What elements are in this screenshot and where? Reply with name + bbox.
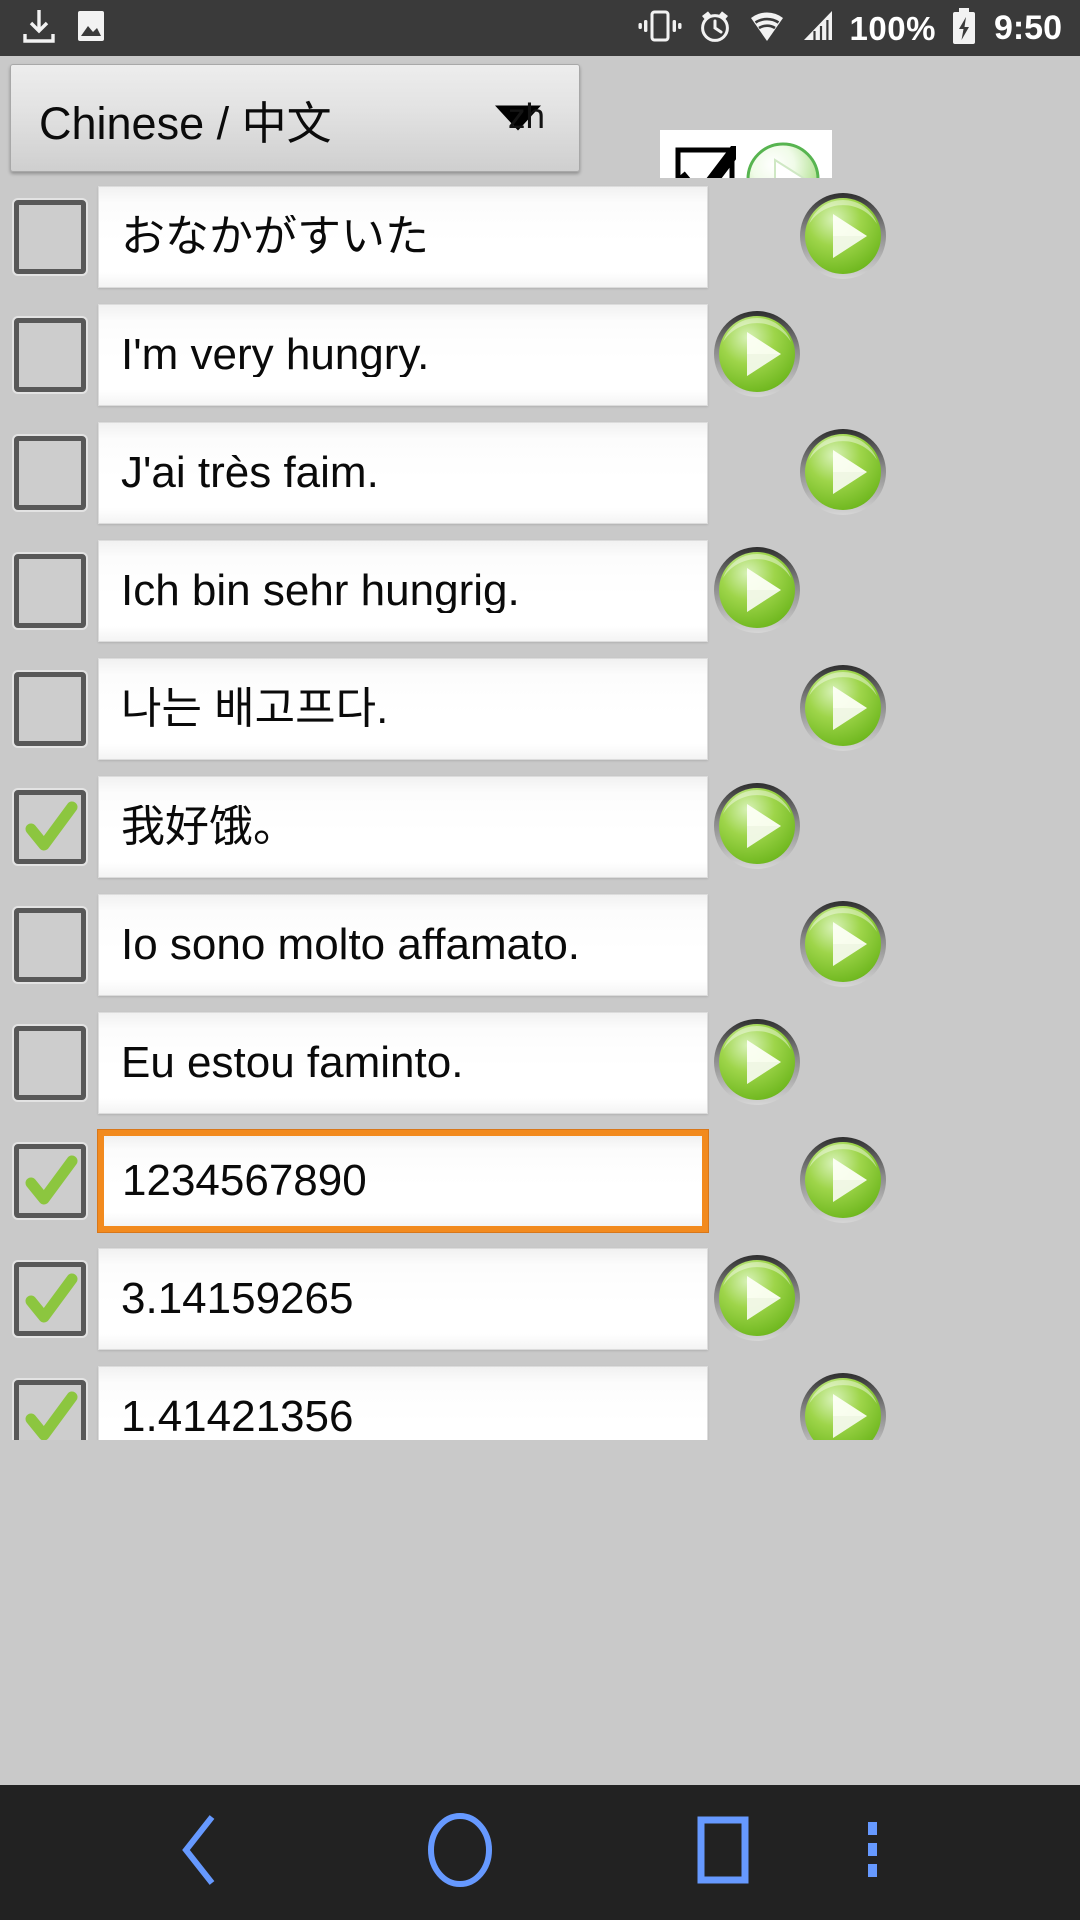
checkmark-icon bbox=[25, 801, 78, 851]
checkmark-icon bbox=[25, 1155, 78, 1205]
play-icon[interactable] bbox=[711, 780, 803, 872]
phrase-text: おなかがすいた bbox=[121, 215, 429, 259]
vibrate-icon bbox=[638, 9, 682, 48]
row-checkbox-unchecked[interactable] bbox=[14, 672, 86, 746]
home-circle-icon bbox=[422, 1811, 498, 1894]
battery-charging-icon bbox=[951, 7, 977, 50]
phrase-input[interactable]: おなかがすいた bbox=[98, 186, 708, 288]
list-item[interactable]: 나는 배고프다. bbox=[0, 650, 1080, 768]
play-icon[interactable] bbox=[797, 426, 889, 518]
overflow-menu-icon bbox=[866, 1818, 880, 1887]
phrase-input[interactable]: I'm very hungry. bbox=[98, 304, 708, 406]
play-icon[interactable] bbox=[797, 662, 889, 754]
phrase-text: 3.14159265 bbox=[121, 1277, 354, 1321]
list-item[interactable]: J'ai très faim. bbox=[0, 414, 1080, 532]
phrase-input[interactable]: 我好饿。 bbox=[98, 776, 708, 878]
alarm-icon bbox=[697, 8, 733, 49]
phrase-input[interactable]: Ich bin sehr hungrig. bbox=[98, 540, 708, 642]
list-item[interactable]: Ich bin sehr hungrig. bbox=[0, 532, 1080, 650]
status-bar: 100% 9:50 bbox=[0, 0, 1080, 56]
phrase-input[interactable]: 3.14159265 bbox=[98, 1248, 708, 1350]
phrase-input-focused[interactable]: 1234567890 bbox=[98, 1130, 708, 1232]
phrase-input[interactable]: J'ai très faim. bbox=[98, 422, 708, 524]
phrase-text: 1234567890 bbox=[122, 1159, 367, 1203]
play-icon[interactable] bbox=[797, 1134, 889, 1226]
row-checkbox-unchecked[interactable] bbox=[14, 1026, 86, 1100]
home-button[interactable] bbox=[422, 1811, 498, 1894]
phrase-input[interactable]: Io sono molto affamato. bbox=[98, 894, 708, 996]
android-navigation-bar bbox=[0, 1785, 1080, 1920]
phrase-text: I'm very hungry. bbox=[121, 333, 430, 377]
phrase-text: 我好饿。 bbox=[121, 805, 297, 849]
phrase-text: 나는 배고프다. bbox=[121, 687, 389, 731]
checkmark-icon bbox=[25, 1273, 78, 1323]
row-checkbox-unchecked[interactable] bbox=[14, 200, 86, 274]
wifi-icon bbox=[748, 9, 786, 48]
row-checkbox-unchecked[interactable] bbox=[14, 318, 86, 392]
status-bar-right-icons: 100% 9:50 bbox=[638, 7, 1062, 50]
clock-label: 9:50 bbox=[993, 9, 1062, 47]
row-checkbox-checked[interactable] bbox=[14, 1144, 86, 1218]
back-button[interactable] bbox=[172, 1811, 228, 1894]
phrase-input[interactable]: 나는 배고프다. bbox=[98, 658, 708, 760]
row-checkbox-checked[interactable] bbox=[14, 1380, 86, 1440]
phrase-text: Ich bin sehr hungrig. bbox=[121, 569, 520, 613]
list-item[interactable]: I'm very hungry. bbox=[0, 296, 1080, 414]
battery-percent-label: 100% bbox=[849, 9, 936, 47]
play-icon[interactable] bbox=[711, 1252, 803, 1344]
image-icon bbox=[76, 8, 106, 49]
top-toolbar: Chinese / 中文 zh bbox=[0, 56, 1080, 226]
row-checkbox-unchecked[interactable] bbox=[14, 554, 86, 628]
phrase-text: Eu estou faminto. bbox=[121, 1041, 464, 1085]
play-icon[interactable] bbox=[711, 544, 803, 636]
row-checkbox-checked[interactable] bbox=[14, 790, 86, 864]
language-code-label: zh bbox=[508, 97, 545, 136]
play-icon[interactable] bbox=[797, 190, 889, 282]
recents-square-icon bbox=[692, 1813, 754, 1892]
phrase-input[interactable]: 1.41421356 bbox=[98, 1366, 708, 1440]
status-bar-left-icons bbox=[22, 8, 106, 49]
play-icon[interactable] bbox=[711, 1016, 803, 1108]
phrase-list[interactable]: おなかがすいた I'm very hungry. J'ai très faim. Ic… bbox=[0, 178, 1080, 1440]
list-item[interactable]: Io sono molto affamato. bbox=[0, 886, 1080, 1004]
row-checkbox-unchecked[interactable] bbox=[14, 436, 86, 510]
list-item[interactable]: Eu estou faminto. bbox=[0, 1004, 1080, 1122]
play-icon[interactable] bbox=[711, 308, 803, 400]
overflow-menu-button[interactable] bbox=[866, 1818, 880, 1887]
checkmark-icon bbox=[25, 1391, 78, 1440]
language-spinner[interactable]: Chinese / 中文 bbox=[10, 64, 580, 172]
phrase-text: J'ai très faim. bbox=[121, 451, 379, 495]
phrase-input[interactable]: Eu estou faminto. bbox=[98, 1012, 708, 1114]
phrase-text: Io sono molto affamato. bbox=[121, 923, 581, 967]
list-item[interactable]: 我好饿。 bbox=[0, 768, 1080, 886]
recents-button[interactable] bbox=[692, 1813, 754, 1892]
list-item[interactable]: 1234567890 bbox=[0, 1122, 1080, 1240]
back-chevron-icon bbox=[172, 1811, 228, 1894]
list-item[interactable]: 1.41421356 bbox=[0, 1358, 1080, 1440]
language-spinner-label: Chinese / 中文 bbox=[39, 97, 332, 149]
play-icon[interactable] bbox=[797, 898, 889, 990]
download-icon bbox=[22, 8, 56, 49]
list-item[interactable]: おなかがすいた bbox=[0, 178, 1080, 296]
signal-icon bbox=[801, 9, 835, 48]
play-icon[interactable] bbox=[797, 1370, 889, 1440]
row-checkbox-unchecked[interactable] bbox=[14, 908, 86, 982]
phrase-text: 1.41421356 bbox=[121, 1395, 354, 1439]
row-checkbox-checked[interactable] bbox=[14, 1262, 86, 1336]
list-item[interactable]: 3.14159265 bbox=[0, 1240, 1080, 1358]
